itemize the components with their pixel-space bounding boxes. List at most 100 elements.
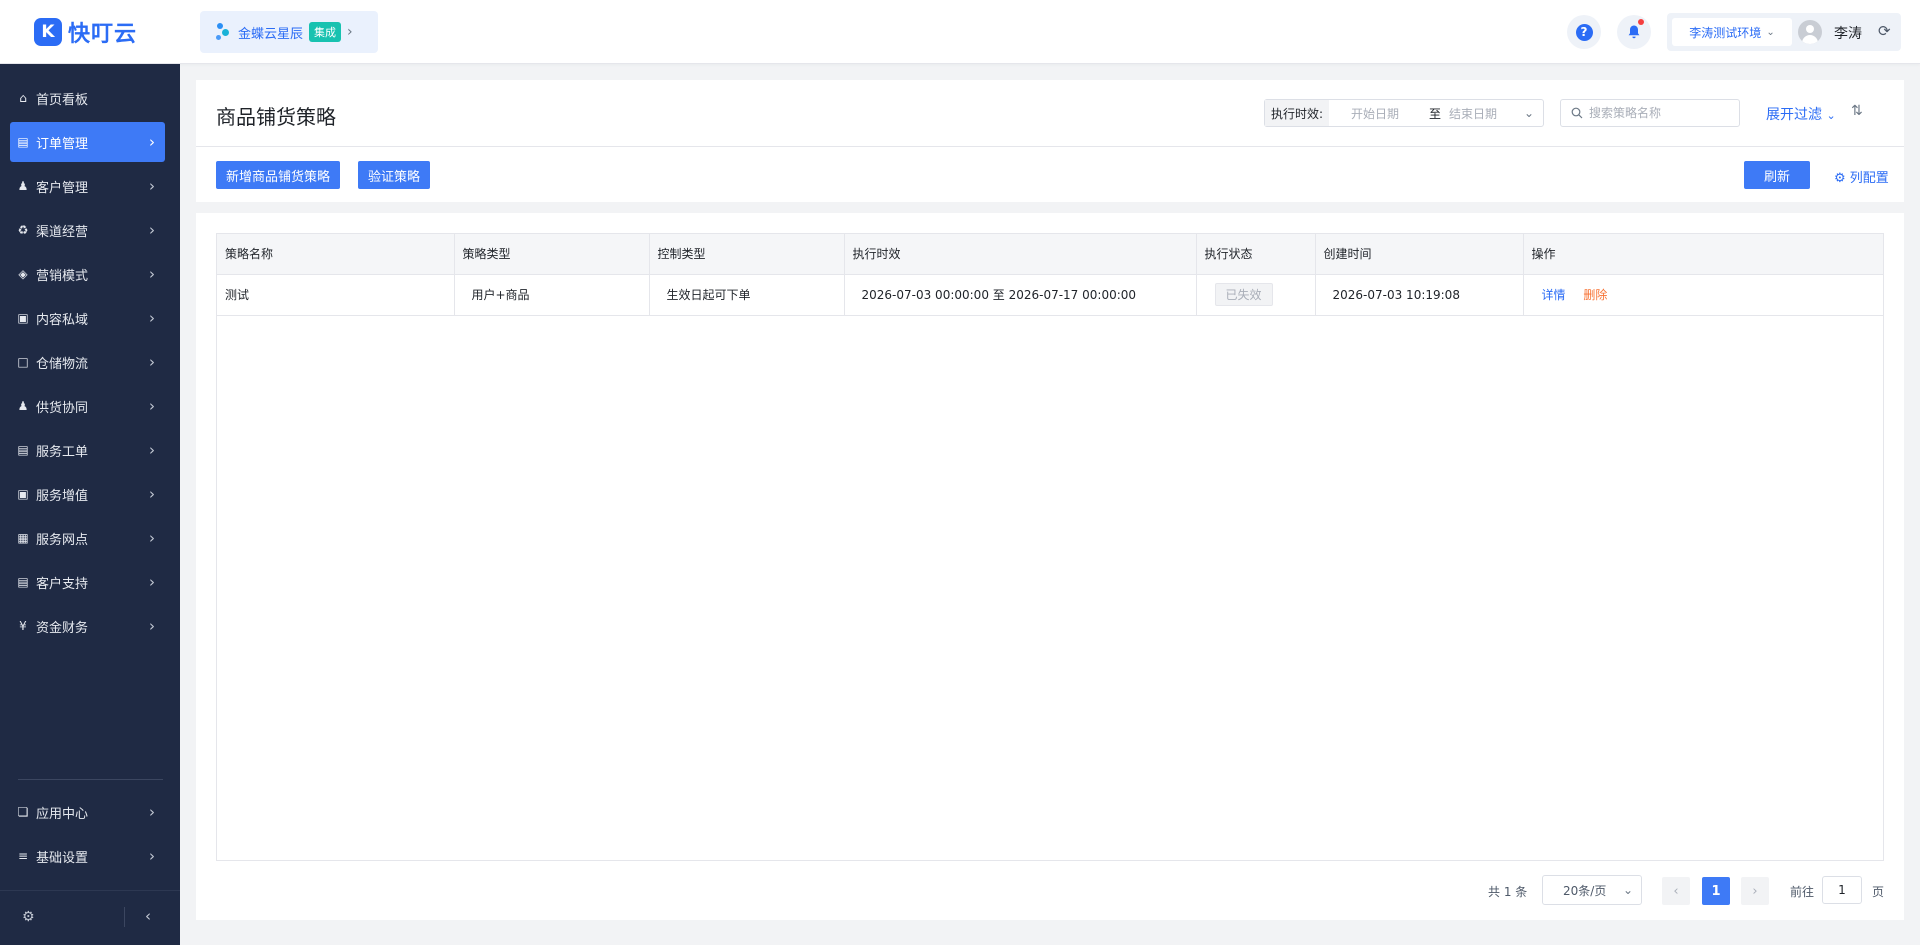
chevron-right-icon: › — [149, 309, 155, 327]
sidebar-item-content[interactable]: ▣ 内容私域 › — [10, 298, 165, 338]
date-range-label: 执行时效: — [1265, 100, 1330, 126]
sidebar-item-outlets[interactable]: ▦ 服务网点 › — [10, 518, 165, 558]
goto-label: 前往 — [1790, 885, 1815, 899]
sidebar-item-label: 资金财务 — [36, 620, 89, 636]
column-header: 操作 — [1523, 234, 1883, 275]
home-icon: ⌂ — [19, 91, 27, 105]
bell-icon — [1628, 25, 1640, 39]
ticket-icon: ▤ — [17, 443, 29, 457]
image-icon: ▣ — [17, 311, 29, 325]
chevron-right-icon: › — [149, 847, 155, 865]
page-number-current[interactable]: 1 — [1702, 877, 1730, 905]
column-header[interactable]: 执行时效 — [844, 234, 1197, 275]
notification-button[interactable] — [1617, 15, 1651, 49]
settings-icon: ≡ — [17, 849, 29, 863]
cell-status: 已失效 — [1196, 274, 1316, 316]
sidebar-item-channel[interactable]: ♻ 渠道经营 › — [10, 210, 165, 250]
logo-text: 快叮云 — [68, 22, 138, 47]
column-header[interactable]: 控制类型 — [649, 234, 845, 275]
channel-icon: ♻ — [17, 223, 29, 237]
start-date-input[interactable]: 开始日期 — [1351, 105, 1421, 122]
order-icon: ▤ — [17, 135, 29, 149]
chevron-right-icon: › — [149, 803, 155, 821]
sidebar-item-home[interactable]: ⌂ 首页看板 — [10, 78, 165, 118]
support-icon: ▤ — [17, 575, 29, 589]
sidebar-item-support[interactable]: ▤ 客户支持 › — [10, 562, 165, 602]
logo[interactable]: K 快叮云 — [34, 16, 137, 48]
page-header: 商品铺货策略 执行时效: 开始日期 至 结束日期 ⌄ 展开过滤 ⌄ ⇅ 新增商品… — [196, 80, 1904, 202]
date-range-picker[interactable]: 执行时效: 开始日期 至 结束日期 ⌄ — [1264, 99, 1544, 127]
yen-icon: ¥ — [19, 619, 27, 633]
collapse-sidebar-icon[interactable]: ‹ — [145, 907, 151, 925]
sidebar-item-label: 服务工单 — [36, 444, 89, 460]
chevron-right-icon: › — [149, 353, 155, 371]
sidebar-item-customers[interactable]: ♟ 客户管理 › — [10, 166, 165, 206]
sidebar-item-label: 渠道经营 — [36, 224, 89, 240]
chevron-down-icon: ⌄ — [1622, 883, 1633, 897]
gear-icon[interactable]: ⚙ — [22, 909, 35, 925]
cell-actions: 详情 删除 — [1523, 274, 1883, 316]
cell-type: 用户+商品 — [454, 274, 650, 316]
column-header[interactable]: 策略类型 — [454, 234, 650, 275]
sidebar-item-orders[interactable]: ▤ 订单管理 › — [10, 122, 165, 162]
search-field[interactable] — [1560, 99, 1740, 127]
detail-link[interactable]: 详情 — [1542, 288, 1566, 302]
column-config-button[interactable]: ⚙ 列配置 — [1834, 167, 1889, 186]
goto-page-input[interactable] — [1822, 876, 1862, 904]
next-page-button[interactable]: › — [1741, 877, 1769, 905]
cell-period: 2026-07-03 00:00:00 至 2026-07-17 00:00:0… — [844, 274, 1197, 316]
expand-filter-label: 展开过滤 — [1766, 107, 1822, 123]
expand-filter-button[interactable]: 展开过滤 ⌄ — [1766, 104, 1836, 124]
sidebar-item-label: 客户管理 — [36, 180, 89, 196]
sidebar-item-supply[interactable]: ♟ 供货协同 › — [10, 386, 165, 426]
help-button[interactable]: ? — [1567, 15, 1601, 49]
column-header[interactable]: 策略名称 — [217, 234, 455, 275]
table-row[interactable]: 测试 用户+商品 生效日起可下单 2026-07-03 00:00:00 至 2… — [217, 274, 1883, 316]
sidebar-item-label: 客户支持 — [36, 576, 89, 592]
verify-strategy-button[interactable]: 验证策略 — [358, 161, 431, 189]
chevron-right-icon: › — [149, 265, 155, 283]
bag-icon: ▣ — [17, 487, 29, 501]
end-date-input[interactable]: 结束日期 — [1449, 105, 1524, 122]
chevron-down-icon: ⌄ — [1523, 106, 1534, 120]
user-name[interactable]: 李涛 — [1834, 23, 1862, 43]
column-header[interactable]: 创建时间 — [1315, 234, 1524, 275]
app-switcher[interactable]: 金蝶云星辰 集成 › — [200, 11, 378, 53]
chevron-down-icon: ⌄ — [1766, 26, 1775, 38]
refresh-icon[interactable]: ⟳ — [1878, 22, 1891, 40]
environment-label: 李涛测试环境 — [1689, 25, 1762, 40]
environment-select[interactable]: 李涛测试环境 ⌄ — [1672, 18, 1792, 46]
column-header[interactable]: 执行状态 — [1196, 234, 1316, 275]
refresh-button[interactable]: 刷新 — [1744, 161, 1811, 189]
sidebar-footer: ⚙ ‹ — [0, 890, 180, 945]
search-icon — [1571, 107, 1583, 119]
table-card: 策略名称 策略类型 控制类型 执行时效 执行状态 创建时间 操作 测试 用户+商… — [196, 213, 1904, 920]
top-header: K 快叮云 金蝶云星辰 集成 › ? 李涛测试环境 ⌄ 李涛 ⟳ — [0, 0, 1920, 64]
sidebar-item-finance[interactable]: ¥ 资金财务 › — [10, 606, 165, 646]
sidebar-item-marketing[interactable]: ◈ 营销模式 › — [10, 254, 165, 294]
sort-icon[interactable]: ⇅ — [1851, 103, 1863, 119]
page-title: 商品铺货策略 — [216, 105, 336, 129]
page-size-value: 20条/页 — [1563, 883, 1607, 898]
cell-created: 2026-07-03 10:19:08 — [1315, 274, 1524, 316]
search-input[interactable] — [1589, 106, 1729, 120]
sidebar-item-settings[interactable]: ≡ 基础设置 › — [10, 836, 165, 876]
sidebar-item-warehouse[interactable]: □ 仓储物流 › — [10, 342, 165, 382]
sidebar-item-value-added[interactable]: ▣ 服务增值 › — [10, 474, 165, 514]
total-count: 共 1 条 — [1488, 885, 1528, 899]
page-size-select[interactable]: 20条/页 ⌄ — [1542, 875, 1642, 905]
avatar[interactable] — [1798, 20, 1822, 44]
sidebar-item-label: 仓储物流 — [36, 356, 89, 372]
sidebar-item-app-center[interactable]: ❏ 应用中心 › — [10, 792, 165, 832]
delete-link[interactable]: 删除 — [1583, 288, 1607, 302]
help-icon: ? — [1575, 23, 1593, 41]
divider — [124, 907, 125, 927]
prev-page-button[interactable]: ‹ — [1662, 877, 1690, 905]
sidebar: ⌂ 首页看板 ▤ 订单管理 › ♟ 客户管理 › ♻ 渠道经营 › ◈ 营销模式… — [0, 64, 180, 945]
sidebar-item-tickets[interactable]: ▤ 服务工单 › — [10, 430, 165, 470]
app-dots-icon — [214, 22, 232, 42]
chevron-right-icon: › — [149, 397, 155, 415]
logo-mark: K — [34, 18, 62, 46]
sidebar-item-label: 应用中心 — [36, 806, 89, 822]
add-strategy-button[interactable]: 新增商品铺货策略 — [216, 161, 341, 189]
